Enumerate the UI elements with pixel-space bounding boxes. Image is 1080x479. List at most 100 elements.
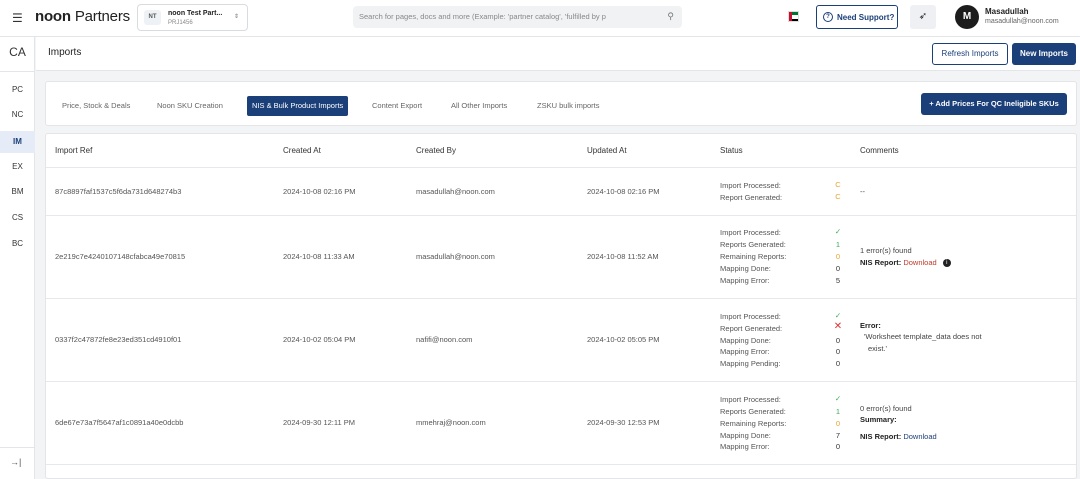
search-placeholder: Search for pages, docs and more (Example… xyxy=(359,12,606,21)
comment-text: 1 error(s) found xyxy=(860,246,912,255)
status-label: Mapping Error: xyxy=(720,276,770,285)
import-ref[interactable]: 6de67e73a7f5647af1c0891a40e0dcbb xyxy=(55,418,183,427)
check-icon: ✓ xyxy=(834,311,842,320)
sidebar: CA PC NC IM EX BM CS BC →| xyxy=(0,37,35,479)
status-label: Import Processed: xyxy=(720,181,781,190)
project-selector[interactable]: NT noon Test Part... PRJ1456 ⇕ xyxy=(137,4,248,31)
download-link[interactable]: Download xyxy=(903,258,936,267)
created-at: 2024-10-08 02:16 PM xyxy=(283,187,356,196)
info-icon[interactable]: i xyxy=(942,259,951,268)
status-value: 0 xyxy=(835,347,841,356)
status-label: Remaining Reports: xyxy=(720,419,787,428)
search-input[interactable]: Search for pages, docs and more (Example… xyxy=(353,6,682,28)
search-icon[interactable]: ⚲ xyxy=(667,11,674,22)
sidebar-item-im[interactable]: IM xyxy=(0,131,35,153)
import-ref[interactable]: 87c8897faf1537c5f6da731d648274b3 xyxy=(55,187,181,196)
tab-nis-bulk-product-imports[interactable]: NIS & Bulk Product Imports xyxy=(247,96,349,116)
status-value: 0 xyxy=(835,336,841,345)
comment-text: 0 error(s) found xyxy=(860,404,912,413)
download-link[interactable]: Download xyxy=(903,432,936,441)
project-badge: NT xyxy=(144,10,161,25)
status-value: 0 xyxy=(835,442,841,451)
created-at: 2024-10-02 05:04 PM xyxy=(283,335,356,344)
column-header-import-ref: Import Ref xyxy=(55,146,93,155)
status-value: 1 xyxy=(835,240,841,249)
uae-flag-icon[interactable] xyxy=(788,11,799,22)
status-label: Mapping Done: xyxy=(720,431,771,440)
collapse-arrow-icon[interactable]: →| xyxy=(10,457,21,467)
sidebar-item-bm[interactable]: BM xyxy=(0,181,35,203)
updated-at: 2024-10-08 11:52 AM xyxy=(587,252,659,261)
status-label: Import Processed: xyxy=(720,228,781,237)
created-by: masadullah@noon.com xyxy=(416,187,495,196)
refresh-imports-button[interactable]: Refresh Imports xyxy=(932,43,1008,65)
tab-price-stock-deals[interactable]: Price, Stock & Deals xyxy=(62,96,130,116)
status-value: 0 xyxy=(835,419,841,428)
status-value: 0 xyxy=(835,252,841,261)
summary-label: Summary: xyxy=(860,415,897,424)
sidebar-item-ex[interactable]: EX xyxy=(0,156,35,178)
nis-report: NIS Report: Download xyxy=(860,432,937,441)
comment-title: Error: xyxy=(860,321,881,330)
import-ref[interactable]: 2e219c7e4240107148cfabca49e70815 xyxy=(55,252,185,261)
project-name: noon Test Part... xyxy=(168,10,223,17)
created-by: masadullah@noon.com xyxy=(416,252,495,261)
status-label: Remaining Reports: xyxy=(720,252,787,261)
divider xyxy=(46,298,1076,299)
status-value: 7 xyxy=(835,431,841,440)
status-label: Mapping Done: xyxy=(720,264,771,273)
sidebar-item-cs[interactable]: CS xyxy=(0,207,35,229)
page-header: Imports Refresh Imports New Imports xyxy=(36,37,1080,71)
tab-noon-sku-creation[interactable]: Noon SKU Creation xyxy=(157,96,223,116)
status-label: Import Processed: xyxy=(720,395,781,404)
sidebar-item-nc[interactable]: NC xyxy=(0,104,35,126)
created-by: nafifi@noon.com xyxy=(416,335,473,344)
column-header-created-by: Created By xyxy=(416,146,457,155)
status-label: Report Generated: xyxy=(720,193,783,202)
status-label: Mapping Error: xyxy=(720,442,770,451)
rocket-icon[interactable]: ➶ xyxy=(910,5,936,29)
project-id: PRJ1456 xyxy=(168,20,193,26)
divider xyxy=(0,447,35,448)
avatar[interactable]: M xyxy=(955,5,979,29)
status-label: Mapping Error: xyxy=(720,347,770,356)
divider xyxy=(0,71,35,72)
comment-text: exist.' xyxy=(868,344,887,353)
status-label: Reports Generated: xyxy=(720,240,786,249)
logo[interactable]: noon Partners xyxy=(35,8,130,25)
column-header-created-at: Created At xyxy=(283,146,321,155)
status-value: 0 xyxy=(835,359,841,368)
check-icon: ✓ xyxy=(834,227,842,236)
divider xyxy=(46,464,1076,465)
status-value: 0 xyxy=(835,264,841,273)
comment-text: -- xyxy=(860,187,865,196)
created-at: 2024-10-08 11:33 AM xyxy=(283,252,355,261)
status-label: Mapping Pending: xyxy=(720,359,781,368)
check-icon: ✓ xyxy=(834,394,842,403)
hamburger-icon[interactable]: ☰ xyxy=(12,11,23,25)
column-header-status: Status xyxy=(720,146,743,155)
status-label: Report Generated: xyxy=(720,324,783,333)
column-header-comments: Comments xyxy=(860,146,899,155)
pending-icon: C xyxy=(835,180,841,189)
page-title: Imports xyxy=(48,47,82,58)
tab-zsku-bulk-imports[interactable]: ZSKU bulk imports xyxy=(537,96,600,116)
add-prices-qc-ineligible-button[interactable]: + Add Prices For QC Ineligible SKUs xyxy=(921,93,1067,115)
tab-content-export[interactable]: Content Export xyxy=(372,96,422,116)
question-icon: ? xyxy=(823,12,833,22)
comment-text: 'Worksheet template_data does not xyxy=(864,332,982,341)
new-imports-button[interactable]: New Imports xyxy=(1012,43,1076,65)
sidebar-top-label[interactable]: CA xyxy=(0,45,35,59)
pending-icon: C xyxy=(835,192,841,201)
updated-at: 2024-10-02 05:05 PM xyxy=(587,335,660,344)
import-ref[interactable]: 0337f2c47872fe8e23ed351cd4910f01 xyxy=(55,335,181,344)
nis-report: NIS Report: Download i xyxy=(860,258,951,268)
need-support-button[interactable]: ? Need Support? xyxy=(816,5,898,29)
top-bar: ☰ noon Partners NT noon Test Part... PRJ… xyxy=(0,0,1080,37)
tab-all-other-imports[interactable]: All Other Imports xyxy=(451,96,507,116)
created-by: mmehraj@noon.com xyxy=(416,418,486,427)
created-at: 2024-09-30 12:11 PM xyxy=(283,418,355,427)
sidebar-item-pc[interactable]: PC xyxy=(0,79,35,101)
sidebar-item-bc[interactable]: BC xyxy=(0,233,35,255)
divider xyxy=(46,215,1076,216)
